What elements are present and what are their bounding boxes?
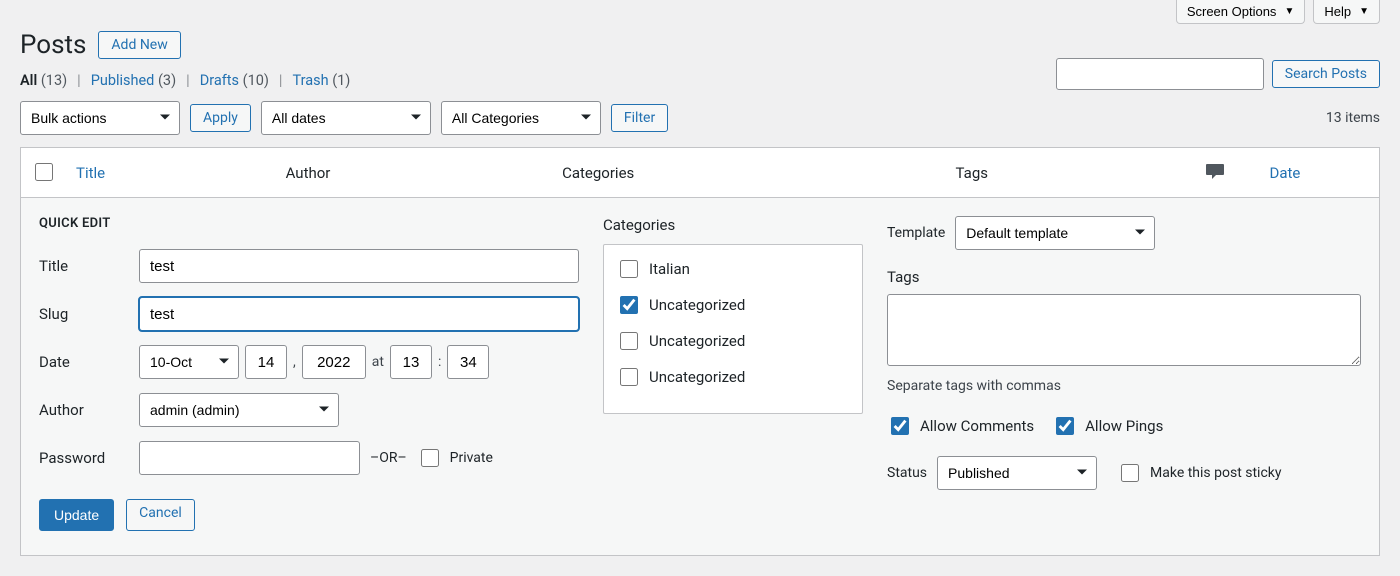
page-title: Posts: [20, 30, 86, 60]
cancel-button[interactable]: Cancel: [126, 499, 195, 531]
allow-pings-label: Allow Pings: [1085, 417, 1163, 435]
hour-input[interactable]: [390, 345, 432, 379]
update-button[interactable]: Update: [39, 499, 114, 531]
tags-textarea[interactable]: [887, 294, 1361, 366]
year-input[interactable]: [302, 345, 366, 379]
tags-label: Tags: [887, 268, 1361, 286]
filter-drafts-link[interactable]: Drafts: [200, 72, 239, 89]
date-filter-select[interactable]: All dates: [261, 101, 431, 135]
table-header-row: Title Author Categories Tags Date: [21, 148, 1380, 198]
slug-input[interactable]: [139, 297, 579, 331]
password-input[interactable]: [139, 441, 360, 475]
month-select[interactable]: 10-Oct: [139, 345, 239, 379]
filter-drafts-count: (10): [243, 72, 269, 89]
category-filter-select[interactable]: All Categories: [441, 101, 601, 135]
private-label: Private: [450, 450, 493, 466]
filter-trash-count: (1): [332, 72, 350, 89]
category-checkbox[interactable]: [620, 332, 638, 350]
quick-edit-heading: QUICK EDIT: [39, 216, 579, 231]
screen-options-label: Screen Options: [1187, 4, 1277, 19]
filter-all-link[interactable]: All: [20, 72, 37, 89]
slug-label: Slug: [39, 305, 129, 323]
category-item[interactable]: Uncategorized: [616, 365, 850, 389]
category-checkbox[interactable]: [620, 260, 638, 278]
chevron-down-icon: ▼: [1359, 6, 1369, 17]
categories-box: Italian Uncategorized Uncategorized Uncateg…: [603, 244, 863, 414]
col-tags: Tags: [946, 148, 1170, 198]
screen-options-button[interactable]: Screen Options ▼: [1176, 0, 1306, 24]
date-label: Date: [39, 353, 129, 371]
or-text: –OR–: [370, 450, 407, 466]
category-checkbox[interactable]: [620, 368, 638, 386]
allow-comments-label: Allow Comments: [920, 417, 1034, 435]
search-input[interactable]: [1056, 58, 1264, 90]
help-label: Help: [1324, 4, 1351, 19]
minute-input[interactable]: [447, 345, 489, 379]
col-date[interactable]: Date: [1260, 148, 1380, 198]
status-label: Status: [887, 465, 927, 481]
day-input[interactable]: [245, 345, 287, 379]
category-label: Italian: [649, 260, 690, 278]
private-checkbox[interactable]: [421, 449, 439, 467]
apply-button[interactable]: Apply: [190, 104, 251, 132]
title-label: Title: [39, 257, 129, 275]
filter-trash-link[interactable]: Trash: [292, 72, 328, 89]
select-all-checkbox[interactable]: [35, 163, 53, 181]
filter-button[interactable]: Filter: [611, 104, 668, 132]
category-item[interactable]: Italian: [616, 257, 850, 281]
filter-all-count: (13): [41, 72, 67, 89]
categories-section-label: Categories: [603, 216, 863, 234]
author-select[interactable]: admin (admin): [139, 393, 339, 427]
col-author: Author: [276, 148, 552, 198]
col-title[interactable]: Title: [66, 148, 276, 198]
author-label: Author: [39, 401, 129, 419]
search-posts-button[interactable]: Search Posts: [1272, 60, 1380, 88]
category-checkbox[interactable]: [620, 296, 638, 314]
sticky-label: Make this post sticky: [1150, 465, 1281, 481]
category-item[interactable]: Uncategorized: [616, 329, 850, 353]
at-text: at: [372, 354, 384, 370]
sticky-checkbox[interactable]: [1121, 464, 1139, 482]
quick-edit-row: QUICK EDIT Title Slug Date: [21, 198, 1380, 556]
template-select[interactable]: Default template: [955, 216, 1155, 250]
category-label: Uncategorized: [649, 368, 745, 386]
col-categories: Categories: [552, 148, 945, 198]
help-button[interactable]: Help ▼: [1313, 0, 1380, 24]
filter-published-link[interactable]: Published: [91, 72, 155, 89]
allow-pings-checkbox[interactable]: [1056, 417, 1074, 435]
category-label: Uncategorized: [649, 296, 745, 314]
add-new-button[interactable]: Add New: [98, 31, 180, 59]
chevron-down-icon: ▼: [1284, 6, 1294, 17]
allow-comments-checkbox[interactable]: [891, 417, 909, 435]
items-count: 13 items: [1326, 110, 1380, 126]
title-input[interactable]: [139, 249, 579, 283]
password-label: Password: [39, 449, 129, 467]
comments-icon[interactable]: [1205, 166, 1225, 184]
tags-hint: Separate tags with commas: [887, 378, 1361, 394]
posts-table: Title Author Categories Tags Date QUICK …: [20, 147, 1380, 556]
filter-published-count: (3): [158, 72, 176, 89]
status-select[interactable]: Published: [937, 456, 1097, 490]
template-label: Template: [887, 225, 945, 241]
bulk-actions-select[interactable]: Bulk actions: [20, 101, 180, 135]
category-item[interactable]: Uncategorized: [616, 293, 850, 317]
category-label: Uncategorized: [649, 332, 745, 350]
